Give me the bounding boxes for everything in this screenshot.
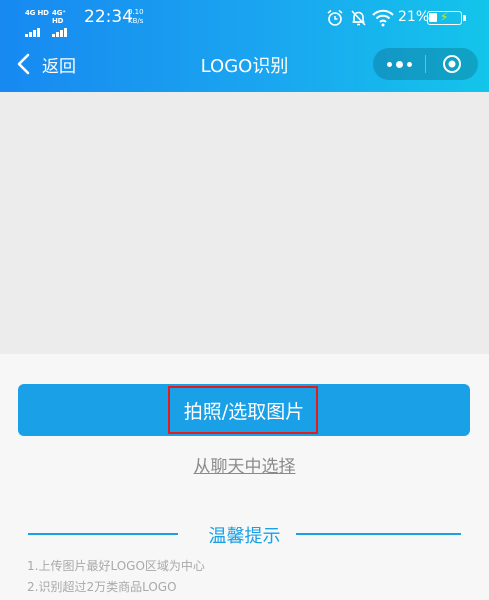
battery-charging-icon: ⚡ [427,10,466,25]
select-from-chat-link[interactable]: 从聊天中选择 [0,452,489,477]
bell-muted-icon [351,10,366,26]
battery-percent: 21% [398,9,430,25]
navigation-bar: 返回 LOGO识别 [0,44,489,84]
header: 4G HD 4G⁺ HD 22:34 0.10 KB/s 21% ⚡ 返回 LO… [0,0,489,92]
network-speed: 0.10 KB/s [128,8,144,26]
tips-header: 温馨提示 [0,522,489,547]
signal-icon: 4G HD [25,9,49,37]
signal-icon: 4G⁺ HD [52,9,76,37]
primary-button-label: 拍照/选取图片 [183,400,305,423]
wifi-icon [372,9,394,27]
speed-value: 0.10 [128,8,144,16]
network-type: 4G HD [25,9,49,17]
mini-program-capsule [373,48,478,80]
more-dots-icon[interactable] [373,48,425,80]
page: 4G HD 4G⁺ HD 22:34 0.10 KB/s 21% ⚡ 返回 LO… [0,0,489,600]
status-time: 22:34 [84,7,133,27]
image-preview-area [0,92,489,354]
close-target-icon[interactable] [426,48,478,80]
tip-item: 2.识别超过2万类商品LOGO [27,580,177,594]
speed-unit: KB/s [128,17,144,25]
take-photo-select-image-button[interactable]: 拍照/选取图片 [18,384,470,436]
main-content: 拍照/选取图片 从聊天中选择 温馨提示 1.上传图片最好LOGO区域为中心 2.… [0,354,489,600]
tips-title: 温馨提示 [208,526,281,547]
tip-item: 1.上传图片最好LOGO区域为中心 [27,559,205,573]
tips-divider-right [296,533,461,535]
alarm-icon [327,9,343,26]
status-bar: 4G HD 4G⁺ HD 22:34 0.10 KB/s 21% ⚡ [0,0,489,37]
